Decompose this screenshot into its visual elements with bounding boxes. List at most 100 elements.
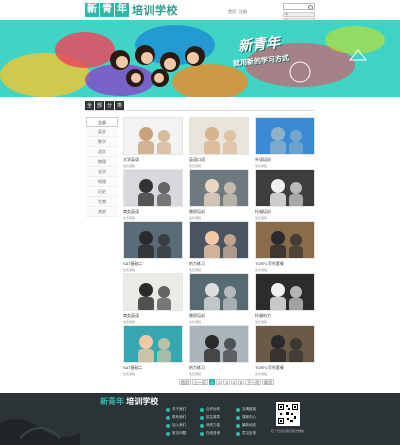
course-card[interactable]: 商务英语 免费课程 — [123, 169, 183, 221]
pagination-first[interactable]: 首页 — [179, 379, 191, 385]
course-thumbnail[interactable] — [123, 117, 183, 155]
pagination-last[interactable]: 尾页 — [262, 379, 275, 385]
course-meta: 免费课程 — [255, 164, 268, 168]
course-card[interactable]: 英语口语 免费课程 — [189, 117, 249, 169]
footer-link[interactable]: 在线咨询 — [200, 431, 220, 436]
course-card[interactable]: 托福培训 免费课程 — [255, 169, 315, 221]
footer-link[interactable]: 招生简章 — [200, 415, 220, 420]
course-thumbnail[interactable] — [123, 221, 183, 259]
course-name[interactable]: 外语培训 — [255, 157, 315, 163]
course-card[interactable]: 大学英语 免费课程 — [123, 117, 183, 169]
course-name[interactable]: 雅思培训 — [189, 313, 249, 319]
course-card[interactable]: 外语培训 免费课程 — [255, 117, 315, 169]
course-thumbnail[interactable] — [255, 325, 315, 363]
course-thumbnail[interactable] — [123, 325, 183, 363]
hero-banner[interactable]: 新青年 就用新的学习方式 — [0, 20, 400, 97]
footer-link[interactable]: 联系我们 — [166, 415, 186, 420]
course-name[interactable]: TOEFL写作套餐 — [255, 365, 315, 371]
top-link-home[interactable]: 首页 — [228, 9, 236, 15]
course-thumbnail[interactable] — [255, 273, 315, 311]
section-title-char: 部 — [95, 101, 105, 110]
header-search-input[interactable] — [283, 3, 315, 10]
course-meta: 免费课程 — [123, 320, 136, 324]
course-thumbnail[interactable] — [123, 273, 183, 311]
pagination-page[interactable]: 1 — [209, 379, 216, 385]
footer-logo: 新青年 培训学校 — [100, 396, 158, 407]
footer-link[interactable]: 师资力量 — [200, 423, 220, 428]
footer-link[interactable]: 合作伙伴 — [200, 407, 220, 412]
course-card[interactable]: 听力练习 免费课程 — [189, 221, 249, 273]
footer-link[interactable]: 意见反馈 — [236, 431, 256, 436]
course-card[interactable]: SAT基础二 免费课程 — [123, 325, 183, 377]
course-card[interactable]: TOEFL写作套餐 免费课程 — [255, 221, 315, 273]
footer-link[interactable]: 常见问题 — [166, 431, 186, 436]
section-title-char: 全 — [85, 101, 95, 110]
pagination-prev[interactable]: 上一页 — [192, 379, 208, 385]
course-card[interactable]: TOEFL写作套餐 免费课程 — [255, 325, 315, 377]
footer-link[interactable]: 加入我们 — [166, 423, 186, 428]
course-thumbnail[interactable] — [255, 117, 315, 155]
footer-link[interactable]: 最新动态 — [236, 423, 256, 428]
top-links: 首页 注册 — [228, 9, 247, 15]
bullet-icon — [236, 407, 240, 412]
sidebar-item[interactable]: 历史 — [86, 187, 118, 197]
course-thumbnail[interactable] — [255, 169, 315, 207]
course-meta: 免费课程 — [189, 216, 202, 220]
footer-link[interactable]: 友情链接 — [236, 407, 256, 412]
sidebar-item[interactable]: 全部 — [86, 117, 118, 127]
course-name[interactable]: 商务英语 — [123, 209, 183, 215]
course-name[interactable]: TOEFL写作套餐 — [255, 261, 315, 267]
course-thumbnail[interactable] — [189, 117, 249, 155]
course-thumbnail[interactable] — [123, 169, 183, 207]
course-name[interactable]: 托福听力 — [255, 313, 315, 319]
course-thumbnail[interactable] — [189, 273, 249, 311]
pagination-page[interactable]: 3 — [223, 379, 230, 385]
logo-text: 培训学校 — [132, 4, 178, 17]
course-meta: 免费课程 — [255, 216, 268, 220]
bullet-icon — [166, 431, 170, 436]
header-button[interactable]: ▸ — [283, 12, 315, 17]
pagination-next[interactable]: 下一页 — [245, 379, 262, 385]
footer-link[interactable]: 关于我们 — [166, 407, 186, 412]
course-name[interactable]: 听力练习 — [189, 365, 249, 371]
sidebar-item[interactable]: 化学 — [86, 167, 118, 177]
course-card[interactable]: 听力练习 免费课程 — [189, 325, 249, 377]
category-sidebar: 全部 英文 数学 语文 物理 化学 地理 历史 生物 其他 — [86, 117, 118, 217]
pagination-page[interactable]: 2 — [216, 379, 223, 385]
course-card[interactable]: 商务英语 免费课程 — [123, 273, 183, 325]
course-name[interactable]: SAT基础二 — [123, 365, 183, 371]
course-name[interactable]: 商务英语 — [123, 313, 183, 319]
course-thumbnail[interactable] — [255, 221, 315, 259]
course-name[interactable]: 大学英语 — [123, 157, 183, 163]
footer-link[interactable]: 课程中心 — [236, 415, 256, 420]
course-meta: 免费课程 — [255, 320, 268, 324]
course-card[interactable]: 雅思培训 免费课程 — [189, 273, 249, 325]
top-link-register[interactable]: 注册 — [239, 9, 247, 15]
sidebar-item[interactable]: 数学 — [86, 137, 118, 147]
course-thumbnail[interactable] — [189, 221, 249, 259]
pagination-page[interactable]: 4 — [230, 379, 237, 385]
sidebar-item[interactable]: 其他 — [86, 207, 118, 217]
course-card[interactable]: 雅思培训 免费课程 — [189, 169, 249, 221]
section-divider — [85, 110, 315, 111]
course-name[interactable]: SAT基础二 — [123, 261, 183, 267]
course-card[interactable]: SAT基础二 免费课程 — [123, 221, 183, 273]
footer-logo-b: 培训学校 — [126, 397, 159, 406]
sidebar-item[interactable]: 生物 — [86, 197, 118, 207]
course-name[interactable]: 托福培训 — [255, 209, 315, 215]
sidebar-item[interactable]: 地理 — [86, 177, 118, 187]
section-title-char: 类 — [115, 101, 125, 110]
course-name[interactable]: 听力练习 — [189, 261, 249, 267]
course-card[interactable]: 托福听力 免费课程 — [255, 273, 315, 325]
course-meta: 免费课程 — [123, 268, 136, 272]
pagination-page[interactable]: 5 — [237, 379, 245, 385]
course-name[interactable]: 雅思培训 — [189, 209, 249, 215]
course-thumbnail[interactable] — [189, 325, 249, 363]
sidebar-item[interactable]: 英文 — [86, 127, 118, 137]
sidebar-item[interactable]: 语文 — [86, 147, 118, 157]
logo-char: 新 — [85, 2, 99, 17]
course-thumbnail[interactable] — [189, 169, 249, 207]
site-logo[interactable]: 新 青 年 培训学校 — [85, 2, 178, 17]
sidebar-item[interactable]: 物理 — [86, 157, 118, 167]
course-name[interactable]: 英语口语 — [189, 157, 249, 163]
